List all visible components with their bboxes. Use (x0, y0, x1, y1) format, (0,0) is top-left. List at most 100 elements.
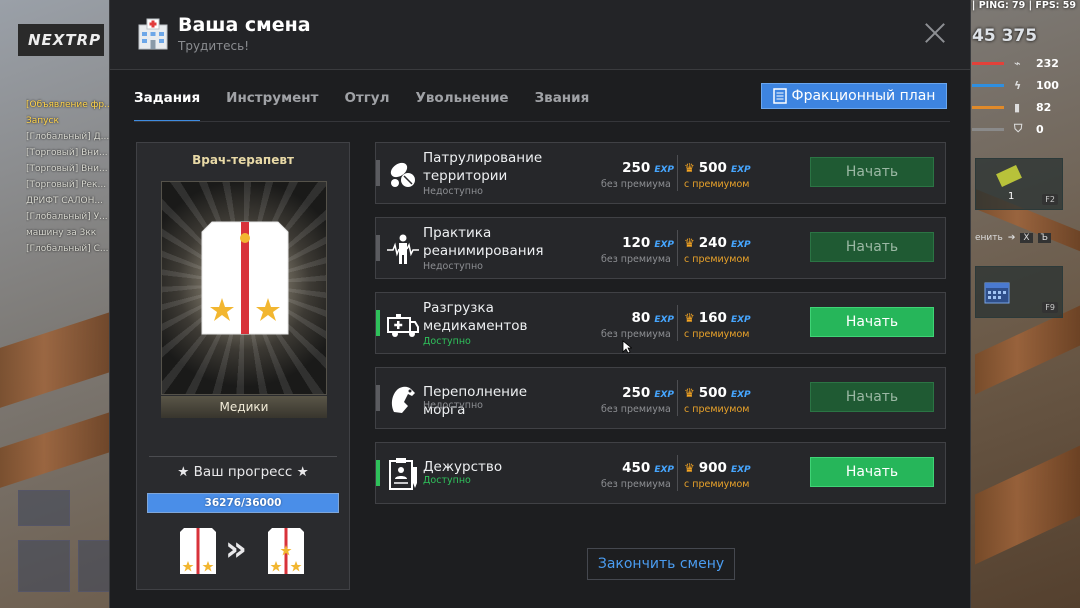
stat-value: 0 (1036, 122, 1044, 136)
server-logo: NEXTRP (18, 24, 104, 56)
ability-slot[interactable] (18, 490, 70, 526)
reward-divider (677, 380, 678, 416)
calendar-icon (984, 282, 1010, 304)
premium-exp-value: 240 (698, 235, 727, 251)
progress-label: ★ Ваш прогресс ★ (177, 464, 309, 480)
shield-icon: ⛉ (1014, 122, 1023, 135)
premium-exp-reward: ♛ 160 EXP (684, 307, 751, 326)
tab-0[interactable]: Задания (134, 88, 201, 122)
exp-label: EXP (730, 240, 751, 250)
key-hint: F2 (1042, 194, 1058, 205)
pills-icon (386, 157, 420, 191)
exp-value: 80 (631, 310, 651, 326)
chat-line: [Глобальный] С... (26, 244, 109, 254)
start-task-button[interactable]: Начать (810, 382, 934, 412)
wood-beam (0, 412, 110, 488)
start-task-button[interactable]: Начать (810, 307, 934, 337)
rank-card: Врач-терапевт Медики ★ Ваш прогресс ★ 36… (136, 142, 350, 590)
chat-line: [Объявление фр... (26, 100, 110, 110)
reward-divider (677, 305, 678, 341)
stat-row: ϟ 100 (972, 74, 1080, 96)
tab-2[interactable]: Отгул (344, 88, 389, 122)
exp-label: EXP (654, 240, 674, 250)
task-name: Практика реанимирования (423, 225, 544, 259)
tab-bar: Задания Инструмент Отгул Увольнение Звания (134, 88, 615, 122)
next-rank-arrow-icon: » (225, 529, 247, 569)
modal-header: Ваша смена Трудитесь! (110, 0, 970, 70)
premium-exp-reward: ♛ 240 EXP (684, 232, 751, 251)
tab-divider (134, 121, 950, 122)
task-status: Доступно (423, 336, 471, 347)
current-rank-icon (180, 528, 216, 574)
rank-artwork (161, 181, 327, 395)
inventory-slot-f9[interactable]: F9 (975, 266, 1063, 318)
exp-value: 250 (622, 160, 651, 176)
with-premium-label: с премиумом (684, 254, 750, 265)
hospital-icon (138, 18, 168, 50)
hud-right-panel: 45 375 ⌁ 232 ϟ 100 ▮ 82 ⛉ 0 (972, 26, 1080, 140)
morgue-tag-icon (386, 382, 420, 416)
task-name: Разгрузка медикаментов (423, 300, 528, 334)
close-icon[interactable] (922, 20, 948, 46)
tab-3[interactable]: Увольнение (415, 88, 508, 122)
document-icon (772, 88, 787, 104)
no-premium-label: без премиума (601, 179, 671, 190)
ability-slot[interactable] (78, 540, 110, 592)
with-premium-label: с премиумом (684, 404, 750, 415)
inventory-slot-f2[interactable]: 1 F2 (975, 158, 1063, 210)
start-task-button[interactable]: Начать (810, 232, 934, 262)
heart-icon: ⌁ (1014, 56, 1021, 70)
exp-label: EXP (654, 315, 674, 325)
stat-row: ⛉ 0 (972, 118, 1080, 140)
rank-title: Врач-терапевт (192, 153, 294, 167)
exp-value: 450 (622, 460, 651, 476)
start-task-button[interactable]: Начать (810, 157, 934, 187)
signal-icon: ▮ (1014, 100, 1021, 114)
task-status: Недоступно (423, 400, 483, 411)
ability-slot[interactable] (18, 540, 70, 592)
tab-1[interactable]: Инструмент (226, 88, 318, 122)
chat-line: Запуск (26, 116, 59, 126)
stat-value: 82 (1036, 100, 1052, 114)
finish-shift-button[interactable]: Закончить смену (587, 548, 735, 580)
rank-insignia-icon (201, 221, 289, 335)
premium-exp-value: 500 (698, 385, 727, 401)
no-premium-label: без премиума (601, 479, 671, 490)
faction-plan-button[interactable]: Фракционный план (761, 83, 947, 109)
exp-value: 250 (622, 385, 651, 401)
crown-icon: ♛ (684, 236, 695, 250)
stat-row: ⌁ 232 (972, 52, 1080, 74)
key-hint: Ъ (1037, 233, 1052, 243)
exp-label: EXP (654, 465, 674, 475)
wood-beam (0, 312, 110, 408)
task-status-edge (376, 310, 380, 336)
action-hint: енить ➔ X Ъ (975, 230, 1075, 246)
reward-divider (677, 455, 678, 491)
stat-row: ▮ 82 (972, 96, 1080, 118)
no-premium-label: без премиума (601, 329, 671, 340)
ambulance-icon (386, 307, 420, 341)
exp-label: EXP (730, 165, 751, 175)
premium-exp-reward: ♛ 500 EXP (684, 382, 751, 401)
chat-line: [Глобальный] Д... (26, 132, 110, 142)
premium-exp-value: 160 (698, 310, 727, 326)
clipboard-icon (386, 457, 420, 491)
wood-beam (975, 445, 1080, 565)
tab-4[interactable]: Звания (535, 88, 590, 122)
item-count: 1 (1008, 191, 1015, 202)
money-counter: 45 375 (972, 26, 1038, 46)
chat-line: [Торговый] Вни... (26, 148, 108, 158)
exp-label: EXP (654, 165, 674, 175)
chat-line: машину за 3кк (26, 228, 97, 238)
faction-name: Медики (161, 396, 327, 418)
key-hint: X (1020, 233, 1033, 243)
no-premium-label: без премиума (601, 254, 671, 265)
task-status: Недоступно (423, 261, 483, 272)
chat-line: [Глобальный] У... (26, 212, 108, 222)
exp-reward: 80 EXP (598, 307, 674, 326)
arrow-right-icon: ➔ (1007, 233, 1016, 243)
modal-subtitle: Трудитесь! (178, 39, 249, 53)
no-premium-label: без премиума (601, 404, 671, 415)
start-task-button[interactable]: Начать (810, 457, 934, 487)
with-premium-label: с премиумом (684, 329, 750, 340)
